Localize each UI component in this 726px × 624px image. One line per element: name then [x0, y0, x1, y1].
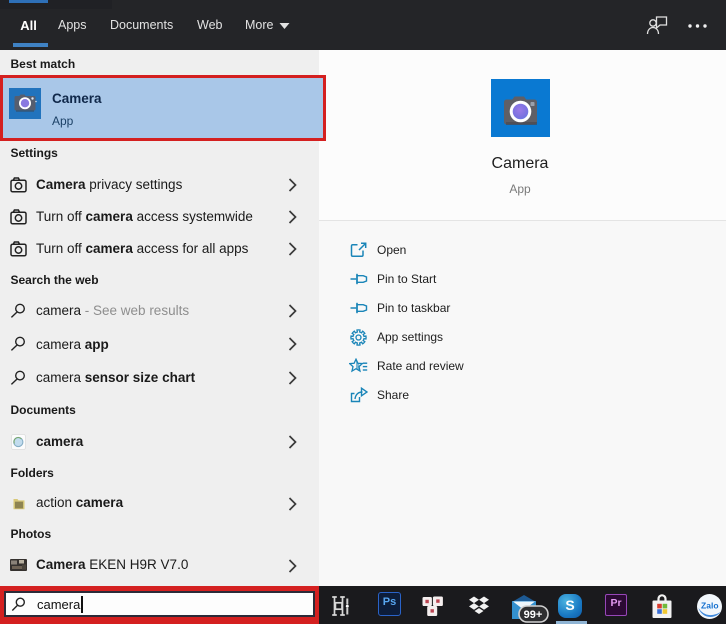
svg-text:99+: 99+ [524, 609, 543, 621]
svg-text:Zalo: Zalo [701, 601, 718, 611]
